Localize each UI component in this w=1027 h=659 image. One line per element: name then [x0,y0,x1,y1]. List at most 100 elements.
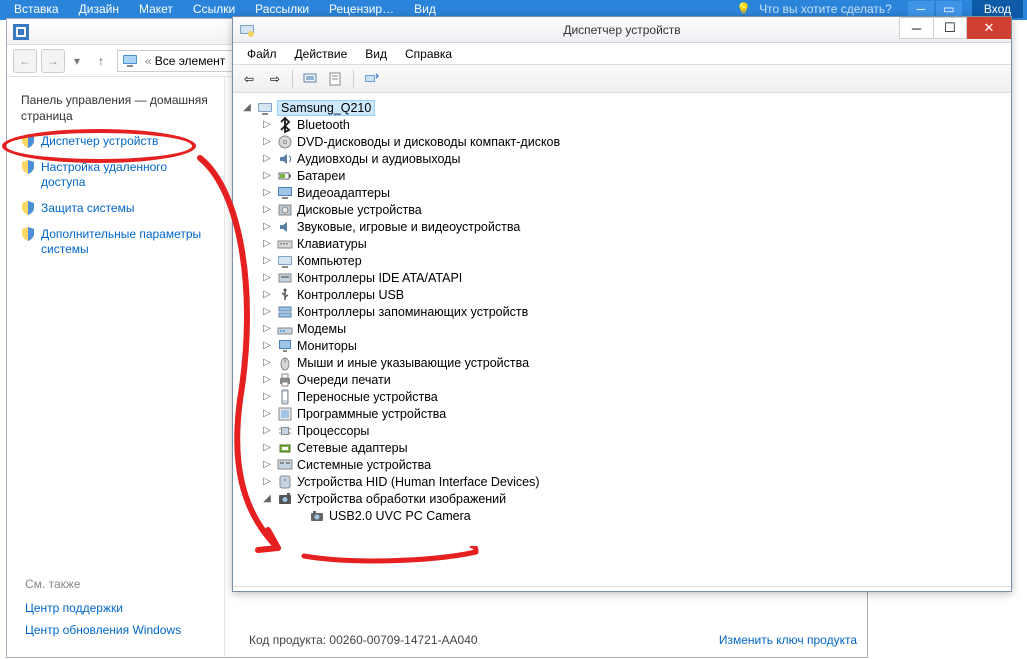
dm-title: Диспетчер устройств [233,23,1011,37]
tree-category[interactable]: ▷ DVD-дисководы и дисководы компакт-диско… [259,133,1007,150]
expand-icon[interactable]: ▷ [261,425,273,437]
change-product-key-link[interactable]: Изменить ключ продукта [719,633,857,647]
toolbar-back-button[interactable]: ⇦ [237,68,261,90]
tree-category[interactable]: ▷ Очереди печати [259,371,1007,388]
nav-up-button[interactable]: ↑ [89,49,113,73]
expand-icon[interactable]: ▷ [261,408,273,420]
tree-category-label: Сетевые адаптеры [297,441,408,455]
close-button[interactable]: ✕ [967,17,1011,39]
tree-category-label: DVD-дисководы и дисководы компакт-дисков [297,135,560,149]
sidebar-item-device-manager[interactable]: Диспетчер устройств [21,134,210,150]
device-tree[interactable]: ◢Samsung_Q210▷Bluetooth▷DVD-дисководы и … [233,93,1011,587]
nav-back-button[interactable]: ← [13,49,37,73]
expand-icon[interactable]: ▷ [261,136,273,148]
expand-icon[interactable]: ▷ [261,272,273,284]
menu-view[interactable]: Вид [357,45,395,63]
tree-category-label: Дисковые устройства [297,203,422,217]
ribbon-tab[interactable]: Вставка [4,0,69,18]
tree-category[interactable]: ▷Устройства HID (Human Interface Devices… [259,473,1007,490]
expand-icon[interactable]: ▷ [261,170,273,182]
expand-icon[interactable]: ▷ [261,221,273,233]
expand-icon[interactable]: ▷ [261,357,273,369]
cd-icon [277,134,293,150]
product-key-text: Код продукта: 00260-00709-14721-AA040 [249,633,719,647]
expand-icon[interactable]: ▷ [261,476,273,488]
nav-history-dropdown[interactable]: ▾ [69,49,85,73]
expand-icon[interactable]: ▷ [261,306,273,318]
sidebar-item-protection[interactable]: Защита системы [21,201,210,217]
minimize-button[interactable]: ─ [899,17,933,39]
footer-link-support[interactable]: Центр поддержки [25,601,181,615]
tree-category[interactable]: ▷ Контроллеры USB [259,286,1007,303]
cp-sidebar-footer: См. также Центр поддержки Центр обновлен… [25,577,181,645]
expand-icon[interactable]: ▷ [261,204,273,216]
ribbon-tab[interactable]: Макет [129,0,183,18]
menu-help[interactable]: Справка [397,45,460,63]
expand-icon[interactable]: ▷ [261,238,273,250]
product-key-row: Код продукта: 00260-00709-14721-AA040 Из… [239,629,867,651]
expand-icon[interactable]: ▷ [261,323,273,335]
tree-category-label: Видеоадаптеры [297,186,390,200]
tree-category[interactable]: ▷Мыши и иные указывающие устройства [259,354,1007,371]
bt-icon [277,117,293,133]
menu-action[interactable]: Действие [287,45,356,63]
tree-category[interactable]: ▷Звуковые, игровые и видеоустройства [259,218,1007,235]
tree-category[interactable]: ▷ Переносные устройства [259,388,1007,405]
tree-category[interactable]: ▷Мониторы [259,337,1007,354]
expand-icon[interactable]: ▷ [261,119,273,131]
sidebar-item-advanced[interactable]: Дополнительные параметры системы [21,227,210,258]
tree-category[interactable]: ▷Клавиатуры [259,235,1007,252]
toolbar-scan-button[interactable] [359,68,383,90]
menu-file[interactable]: Файл [239,45,285,63]
footer-link-update[interactable]: Центр обновления Windows [25,623,181,637]
tell-me-input[interactable]: Что вы хотите сделать? [755,2,896,17]
expand-icon[interactable]: ▷ [261,289,273,301]
toolbar-show-hidden-button[interactable] [298,68,322,90]
mouse-icon [277,355,293,371]
dm-titlebar[interactable]: Диспетчер устройств ─ ☐ ✕ [233,17,1011,43]
audio-icon [277,151,293,167]
tree-category[interactable]: ▷ Дисковые устройства [259,201,1007,218]
expand-icon[interactable]: ▷ [261,255,273,267]
toolbar-properties-button[interactable] [324,68,348,90]
collapse-icon[interactable]: ◢ [241,102,253,114]
cp-sidebar-header: Панель управления — домашняя страница [21,93,210,124]
tree-category-label: Очереди печати [297,373,391,387]
maximize-button[interactable]: ☐ [933,17,967,39]
expand-icon[interactable]: ▷ [261,442,273,454]
sidebar-item-remote[interactable]: Настройка удаленного доступа [21,160,210,191]
tree-category[interactable]: ▷ Контроллеры запоминающих устройств [259,303,1007,320]
tree-category[interactable]: ◢Устройства обработки изображений [259,490,1007,507]
tree-category[interactable]: ▷Батареи [259,167,1007,184]
ribbon-min-icon[interactable]: ─ [908,1,934,17]
tree-category[interactable]: ▷Аудиовходы и аудиовыходы [259,150,1007,167]
tree-root[interactable]: ◢Samsung_Q210 [239,99,1007,116]
expand-icon[interactable]: ▷ [261,187,273,199]
expand-icon[interactable]: ▷ [261,391,273,403]
tree-category[interactable]: ▷ Сетевые адаптеры [259,439,1007,456]
nav-forward-button[interactable]: → [41,49,65,73]
tree-device[interactable]: USB2.0 UVC PC Camera [291,507,1007,524]
tree-category-label: Контроллеры запоминающих устройств [297,305,528,319]
toolbar-forward-button[interactable]: ⇨ [263,68,287,90]
collapse-icon[interactable]: ◢ [261,493,273,505]
computer-icon [122,53,138,69]
expand-icon[interactable]: ▷ [261,340,273,352]
expand-icon[interactable]: ▷ [261,374,273,386]
tree-category[interactable]: ▷Модемы [259,320,1007,337]
tree-category-label: Контроллеры USB [297,288,404,302]
tree-category[interactable]: ▷Bluetooth [259,116,1007,133]
expand-icon[interactable]: ▷ [261,153,273,165]
expand-icon[interactable]: ▷ [261,459,273,471]
tree-category[interactable]: ▷Системные устройства [259,456,1007,473]
tree-category[interactable]: ▷ Видеоадаптеры [259,184,1007,201]
ribbon-restore-icon[interactable]: ▭ [936,1,962,17]
device-manager-window: Диспетчер устройств ─ ☐ ✕ Файл Действие … [232,16,1012,592]
tree-category[interactable]: ▷Программные устройства [259,405,1007,422]
tree-category[interactable]: ▷Контроллеры IDE ATA/ATAPI [259,269,1007,286]
portable-icon [277,389,293,405]
tree-category[interactable]: ▷Процессоры [259,422,1007,439]
tree-category-label: Переносные устройства [297,390,438,404]
ribbon-tab[interactable]: Дизайн [69,0,129,18]
tree-category[interactable]: ▷Компьютер [259,252,1007,269]
